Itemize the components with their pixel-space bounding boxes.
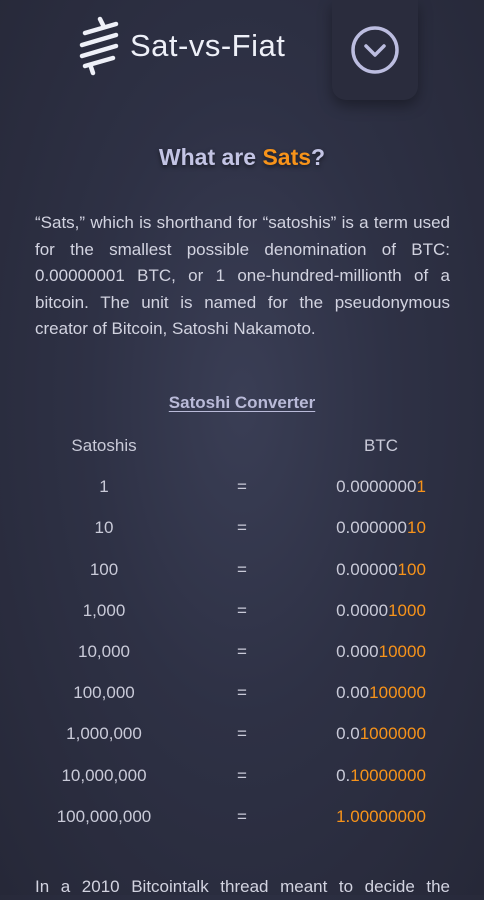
page-title-part2: ? bbox=[311, 144, 326, 170]
btc-prefix: 0.0000 bbox=[336, 600, 389, 620]
btc-prefix: 0.0000000 bbox=[336, 477, 417, 497]
page-title-accent: Sats bbox=[262, 144, 312, 170]
equals-sign: = bbox=[237, 765, 247, 785]
menu-toggle-button[interactable] bbox=[332, 0, 418, 100]
btc-highlight: 10000000 bbox=[350, 765, 426, 785]
table-row: 10,000,000 = 0.10000000 bbox=[0, 756, 484, 797]
satoshi-value: 10,000 bbox=[78, 641, 130, 661]
footer-paragraph: In a 2010 Bitcointalk thread meant to de… bbox=[35, 877, 450, 896]
satoshi-value: 10,000,000 bbox=[61, 765, 147, 785]
converter-header-row: Satoshis BTC bbox=[0, 426, 484, 467]
satoshi-value: 1,000 bbox=[82, 600, 126, 620]
chevron-down-circle-icon bbox=[351, 26, 399, 74]
equals-sign: = bbox=[237, 559, 247, 579]
btc-highlight: 100 bbox=[397, 559, 426, 579]
btc-highlight: 1000 bbox=[388, 600, 426, 620]
converter-table: Satoshis BTC 1 = 0.00000001 10 = 0.00000010 10… bbox=[0, 426, 484, 838]
btc-highlight: 10 bbox=[406, 518, 426, 538]
converter-title: Satoshi Converter bbox=[168, 393, 316, 412]
satoshi-value: 100,000 bbox=[73, 683, 135, 703]
btc-prefix: 0.00000 bbox=[336, 559, 398, 579]
btc-prefix: 0.00 bbox=[336, 683, 370, 703]
btc-highlight: 1000000 bbox=[359, 724, 426, 744]
page-title-part1: What are bbox=[158, 144, 263, 170]
btc-value: 0.00010000 bbox=[336, 642, 426, 662]
btc-prefix: 0.000 bbox=[336, 641, 379, 661]
equals-sign: = bbox=[237, 600, 247, 620]
btc-value: 0.00100000 bbox=[336, 683, 426, 703]
satoshi-value: 100 bbox=[89, 559, 119, 579]
btc-highlight: 1 bbox=[416, 477, 426, 497]
column-header-btc: BTC bbox=[364, 436, 398, 455]
table-row: 100,000,000 = 1.00000000 bbox=[0, 797, 484, 838]
converter-rows: 1 = 0.00000001 10 = 0.00000010 100 = 0.00000100 1… bbox=[0, 467, 484, 838]
equals-sign: = bbox=[237, 641, 247, 661]
btc-prefix: 0.000000 bbox=[336, 518, 407, 538]
table-row: 10 = 0.00000010 bbox=[0, 508, 484, 549]
btc-highlight: 1.00000000 bbox=[336, 806, 426, 826]
btc-value: 1.00000000 bbox=[336, 807, 426, 827]
table-row: 1,000 = 0.00001000 bbox=[0, 591, 484, 632]
satoshi-value: 100,000,000 bbox=[56, 806, 152, 826]
table-row: 10,000 = 0.00010000 bbox=[0, 632, 484, 673]
table-row: 100 = 0.00000100 bbox=[0, 550, 484, 591]
table-row: 100,000 = 0.00100000 bbox=[0, 673, 484, 714]
equals-sign: = bbox=[237, 806, 247, 826]
satoshi-value: 1 bbox=[99, 477, 109, 497]
equals-sign: = bbox=[237, 683, 247, 703]
btc-highlight: 100000 bbox=[369, 683, 426, 703]
btc-value: 0.00000100 bbox=[336, 560, 426, 580]
satoshi-value: 10 bbox=[94, 518, 114, 538]
header: Sat-vs-Fiat bbox=[0, 0, 484, 110]
btc-value: 0.00000010 bbox=[336, 518, 426, 538]
btc-value: 0.00001000 bbox=[336, 601, 426, 621]
btc-prefix: 0.0 bbox=[336, 724, 360, 744]
btc-highlight: 10000 bbox=[378, 641, 426, 661]
equals-sign: = bbox=[237, 477, 247, 497]
btc-prefix: 0. bbox=[336, 765, 351, 785]
table-row: 1,000,000 = 0.01000000 bbox=[0, 714, 484, 755]
logo-text: Sat-vs-Fiat bbox=[130, 28, 286, 63]
logo-icon bbox=[79, 16, 119, 76]
table-row: 1 = 0.00000001 bbox=[0, 467, 484, 508]
btc-value: 0.01000000 bbox=[336, 724, 426, 744]
satoshi-value: 1,000,000 bbox=[66, 724, 142, 744]
btc-value: 0.10000000 bbox=[336, 766, 426, 786]
page-title: What are Sats? bbox=[0, 144, 484, 171]
column-header-satoshis: Satoshis bbox=[71, 436, 137, 455]
equals-sign: = bbox=[237, 724, 247, 744]
btc-value: 0.00000001 bbox=[336, 477, 426, 497]
logo[interactable]: Sat-vs-Fiat bbox=[76, 16, 285, 76]
equals-sign: = bbox=[237, 518, 247, 538]
intro-paragraph: “Sats,” which is shorthand for “satoshis… bbox=[35, 213, 450, 338]
